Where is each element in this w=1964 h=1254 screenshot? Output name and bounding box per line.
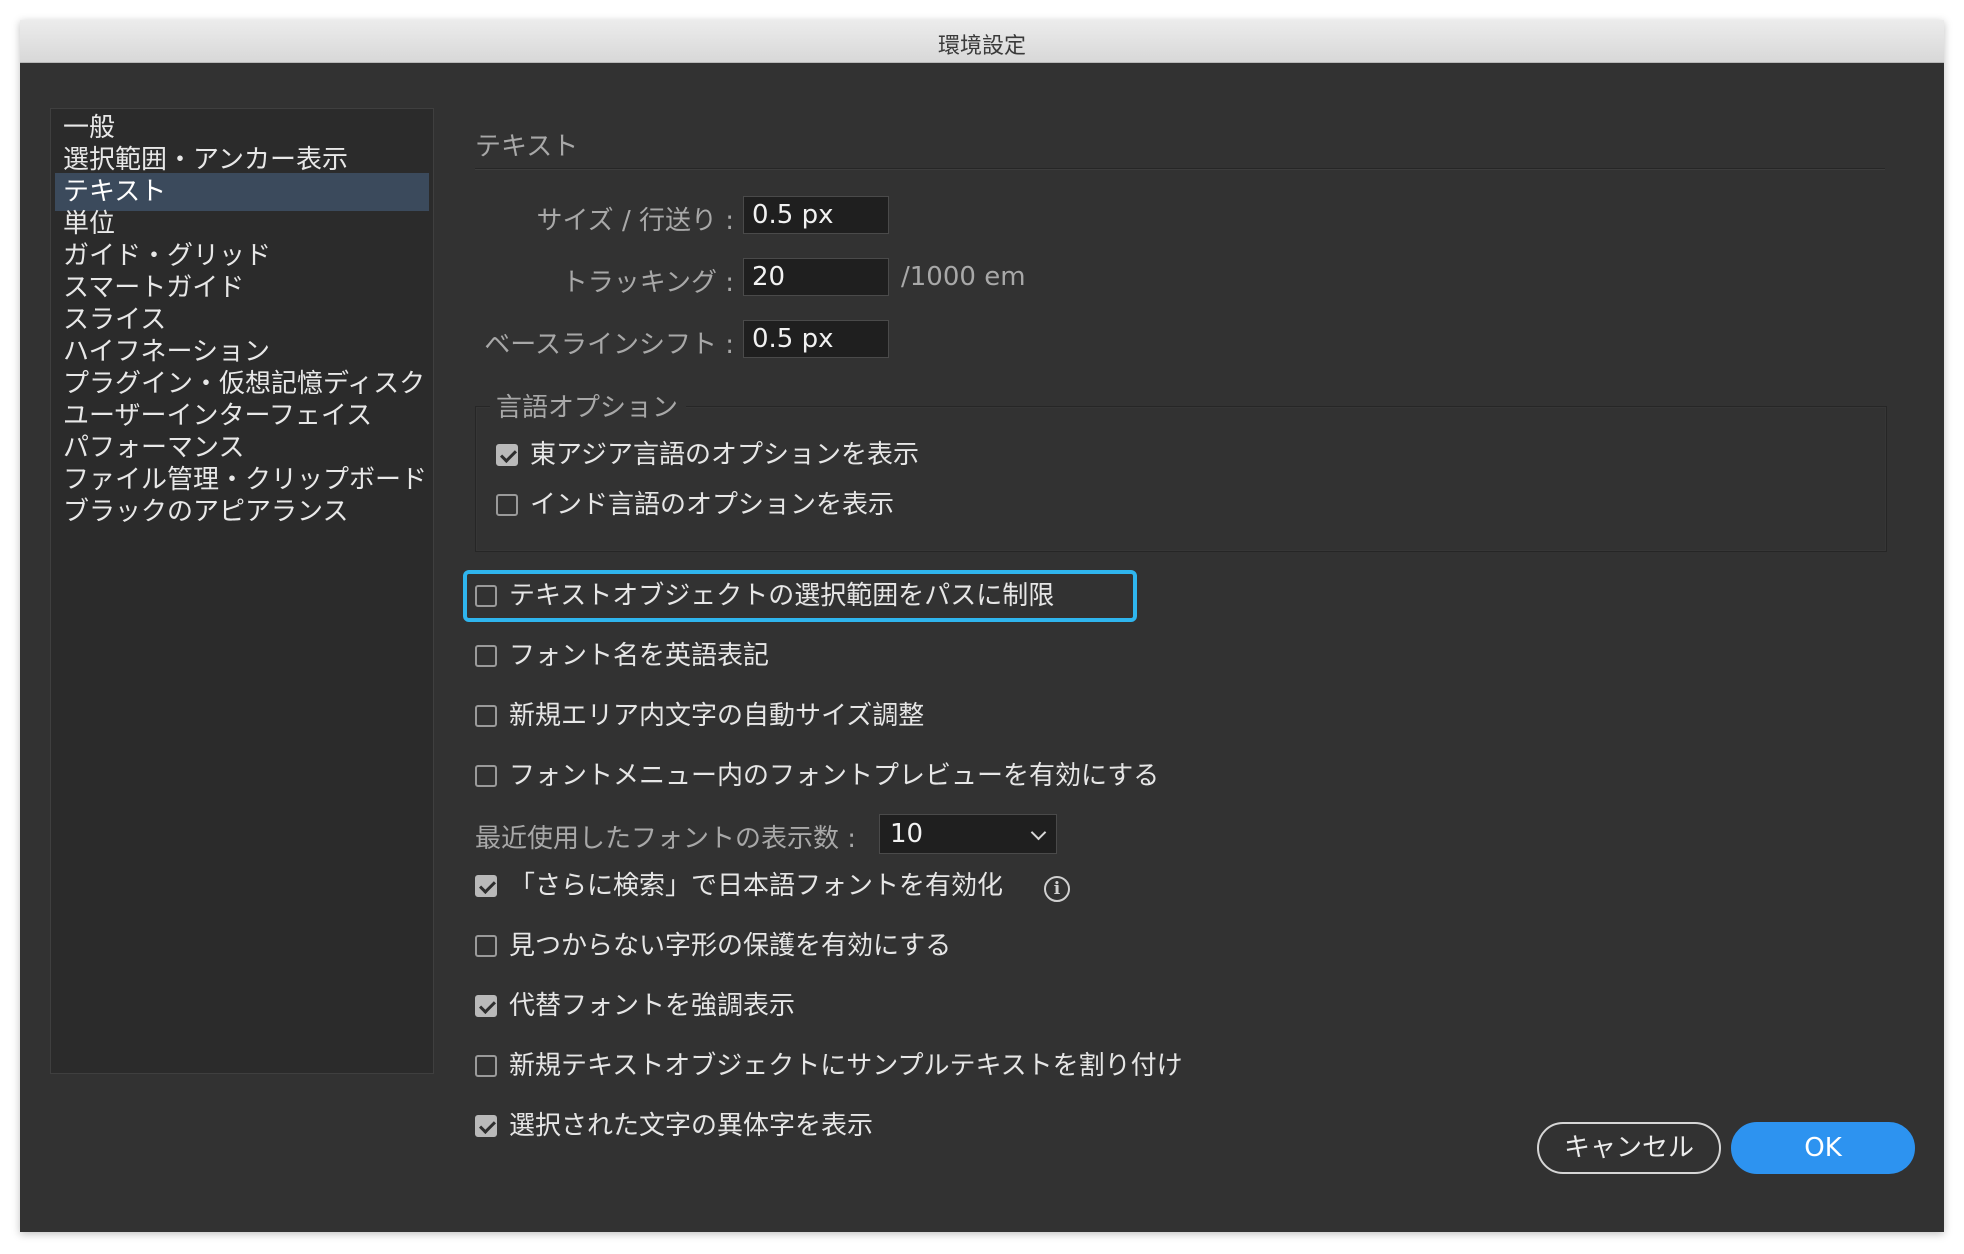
baseline-shift-input[interactable]: 0.5 px bbox=[743, 320, 889, 358]
missing-glyph-protection-label: 見つからない字形の保護を有効にする bbox=[509, 931, 952, 961]
checkbox-unchecked[interactable] bbox=[475, 1055, 497, 1077]
sidebar-item-black-appearance[interactable]: ブラックのアピアランス bbox=[55, 493, 429, 531]
checkbox-checked[interactable] bbox=[496, 444, 518, 466]
font-preview-label: フォントメニュー内のフォントプレビューを有効にする bbox=[509, 761, 1160, 791]
cancel-button[interactable]: キャンセル bbox=[1537, 1122, 1721, 1174]
size-leading-label: サイズ / 行送り : bbox=[536, 206, 734, 236]
checkbox-unchecked[interactable] bbox=[475, 645, 497, 667]
size-leading-input[interactable]: 0.5 px bbox=[743, 196, 889, 234]
japanese-fonts-label: 「さらに検索」で日本語フォントを有効化 bbox=[509, 871, 1004, 901]
preferences-window: 環境設定 一般 選択範囲・アンカー表示 テキスト 単位 ガイド・グリッド スマー… bbox=[20, 20, 1944, 1232]
east-asian-options-label: 東アジア言語のオプションを表示 bbox=[530, 440, 919, 470]
tracking-input[interactable]: 20 bbox=[743, 258, 889, 296]
checkbox-checked[interactable] bbox=[475, 1115, 497, 1137]
checkbox-unchecked[interactable] bbox=[496, 494, 518, 516]
baseline-shift-label: ベースラインシフト : bbox=[484, 330, 734, 360]
auto-size-area-type-label: 新規エリア内文字の自動サイズ調整 bbox=[509, 701, 925, 731]
language-options-group: 言語オプション 東アジア言語のオプションを表示 インド言語のオプションを表示 bbox=[475, 387, 1887, 552]
checkbox-unchecked[interactable] bbox=[475, 935, 497, 957]
text-preferences-panel: テキスト サイズ / 行送り : 0.5 px トラッキング : 20 /100… bbox=[463, 108, 1915, 1218]
recent-fonts-select[interactable]: 10 bbox=[879, 814, 1057, 854]
recent-fonts-label: 最近使用したフォントの表示数 : bbox=[475, 824, 857, 854]
indic-options-label: インド言語のオプションを表示 bbox=[530, 490, 895, 520]
section-title: テキスト bbox=[475, 132, 579, 162]
section-divider bbox=[475, 168, 1885, 169]
checkbox-checked[interactable] bbox=[475, 875, 497, 897]
checkbox-unchecked[interactable] bbox=[475, 765, 497, 787]
ok-button[interactable]: OK bbox=[1731, 1122, 1915, 1174]
language-options-title: 言語オプション bbox=[490, 387, 687, 424]
title-bar[interactable]: 環境設定 bbox=[20, 20, 1944, 63]
font-names-english-label: フォント名を英語表記 bbox=[509, 641, 770, 671]
checkbox-unchecked[interactable] bbox=[475, 705, 497, 727]
tracking-unit: /1000 em bbox=[901, 262, 1026, 292]
checkbox-unchecked[interactable] bbox=[475, 585, 497, 607]
chevron-down-icon bbox=[1030, 824, 1047, 841]
window-title: 環境設定 bbox=[937, 34, 1026, 59]
category-list: 一般 選択範囲・アンカー表示 テキスト 単位 ガイド・グリッド スマートガイド … bbox=[50, 108, 434, 1074]
recent-fonts-value: 10 bbox=[890, 819, 924, 849]
highlight-substituted-fonts-label: 代替フォントを強調表示 bbox=[509, 991, 796, 1021]
restrict-selection-label: テキストオブジェクトの選択範囲をパスに制限 bbox=[509, 581, 1055, 611]
checkbox-checked[interactable] bbox=[475, 995, 497, 1017]
tracking-label: トラッキング : bbox=[561, 268, 734, 298]
fill-placeholder-text-label: 新規テキストオブジェクトにサンプルテキストを割り付け bbox=[509, 1051, 1183, 1081]
info-icon[interactable]: i bbox=[1044, 876, 1070, 902]
show-alternate-glyphs-label: 選択された文字の異体字を表示 bbox=[509, 1111, 874, 1141]
